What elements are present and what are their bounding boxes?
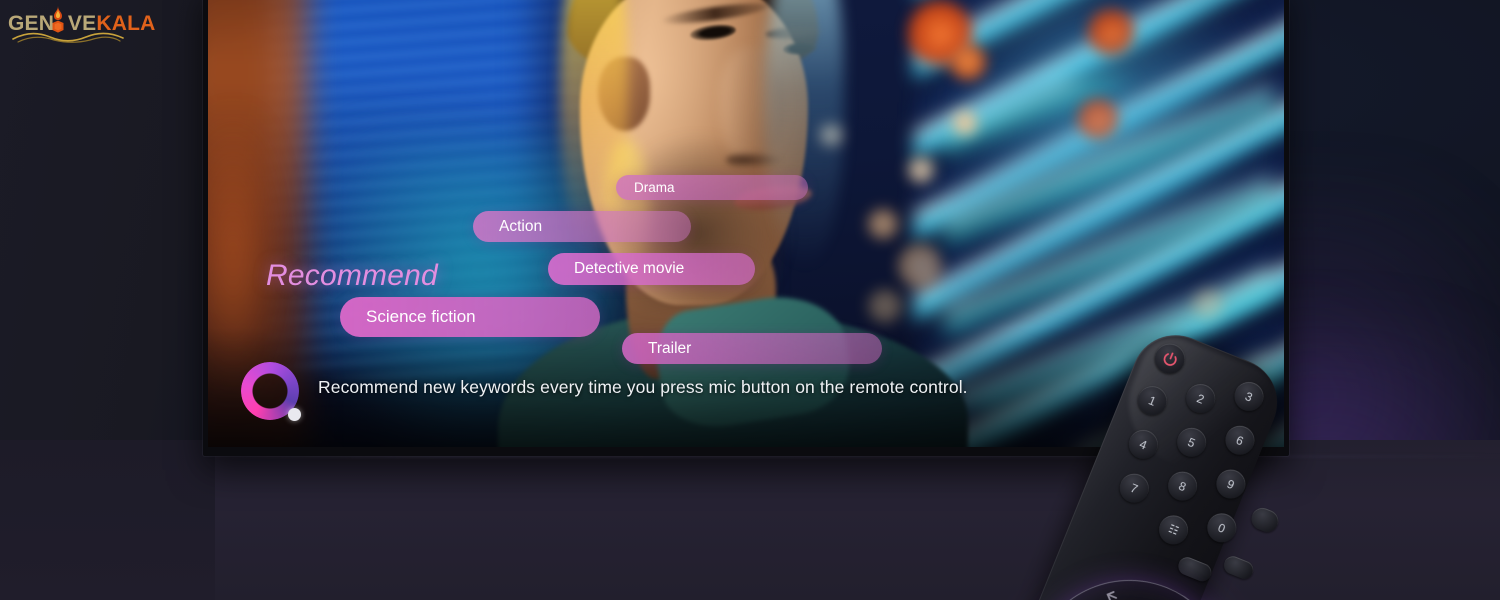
keyword-pill-detective-movie[interactable]: Detective movie [548, 253, 755, 285]
keyword-pill-label: Detective movie [574, 260, 685, 277]
keypad-label: 5 [1185, 434, 1198, 451]
photo-bokeh-dot [898, 244, 942, 288]
keypad-label: 4 [1137, 436, 1150, 453]
photo-bokeh-dot [950, 44, 986, 80]
photo-bokeh-dot [1088, 9, 1134, 55]
keyword-pill-action[interactable]: Action [473, 211, 691, 242]
keypad-label: 0 [1216, 520, 1228, 536]
keypad-label: 8 [1176, 478, 1189, 494]
keyword-pill-label: Drama [634, 180, 675, 195]
keyword-pill-drama[interactable]: Drama [616, 175, 808, 200]
scene-stage: Recommend Drama Action Detective movie S… [0, 0, 1500, 600]
keypad-label: ☷ [1166, 522, 1181, 538]
assistant-dot [288, 408, 301, 421]
wave-underline-icon [12, 32, 124, 43]
keyword-pill-label: Trailer [648, 339, 692, 357]
keypad-label: 7 [1128, 480, 1140, 496]
photo-bokeh-dot [1078, 99, 1118, 139]
keypad-label: 2 [1194, 390, 1207, 407]
recommend-heading: Recommend [266, 259, 438, 292]
keyword-pill-trailer[interactable]: Trailer [622, 333, 882, 364]
guide-button[interactable] [1248, 504, 1282, 536]
voice-assistant-ring-icon [241, 362, 301, 421]
watermark-logo: GENAVEKALA [8, 4, 155, 43]
keyword-pill-label: Action [499, 217, 543, 235]
keypad-label: 9 [1225, 476, 1237, 492]
photo-bokeh-dot [908, 157, 934, 183]
keyword-pill-label: Science fiction [366, 307, 476, 326]
room-wall-left [0, 0, 230, 470]
assistant-caption: Recommend new keywords every time you pr… [318, 377, 968, 397]
room-floor-left [0, 440, 215, 600]
photo-bokeh-dot [953, 111, 977, 135]
keypad-label: 3 [1243, 388, 1255, 405]
keypad-label: 1 [1146, 392, 1159, 409]
photo-bokeh-dot [868, 289, 902, 323]
keyword-pill-science-fiction[interactable]: Science fiction [340, 297, 600, 337]
photo-bokeh-dot [868, 209, 898, 239]
power-icon [1163, 351, 1177, 366]
keypad-label: 6 [1234, 432, 1246, 449]
photo-bokeh-dot [1193, 289, 1223, 319]
